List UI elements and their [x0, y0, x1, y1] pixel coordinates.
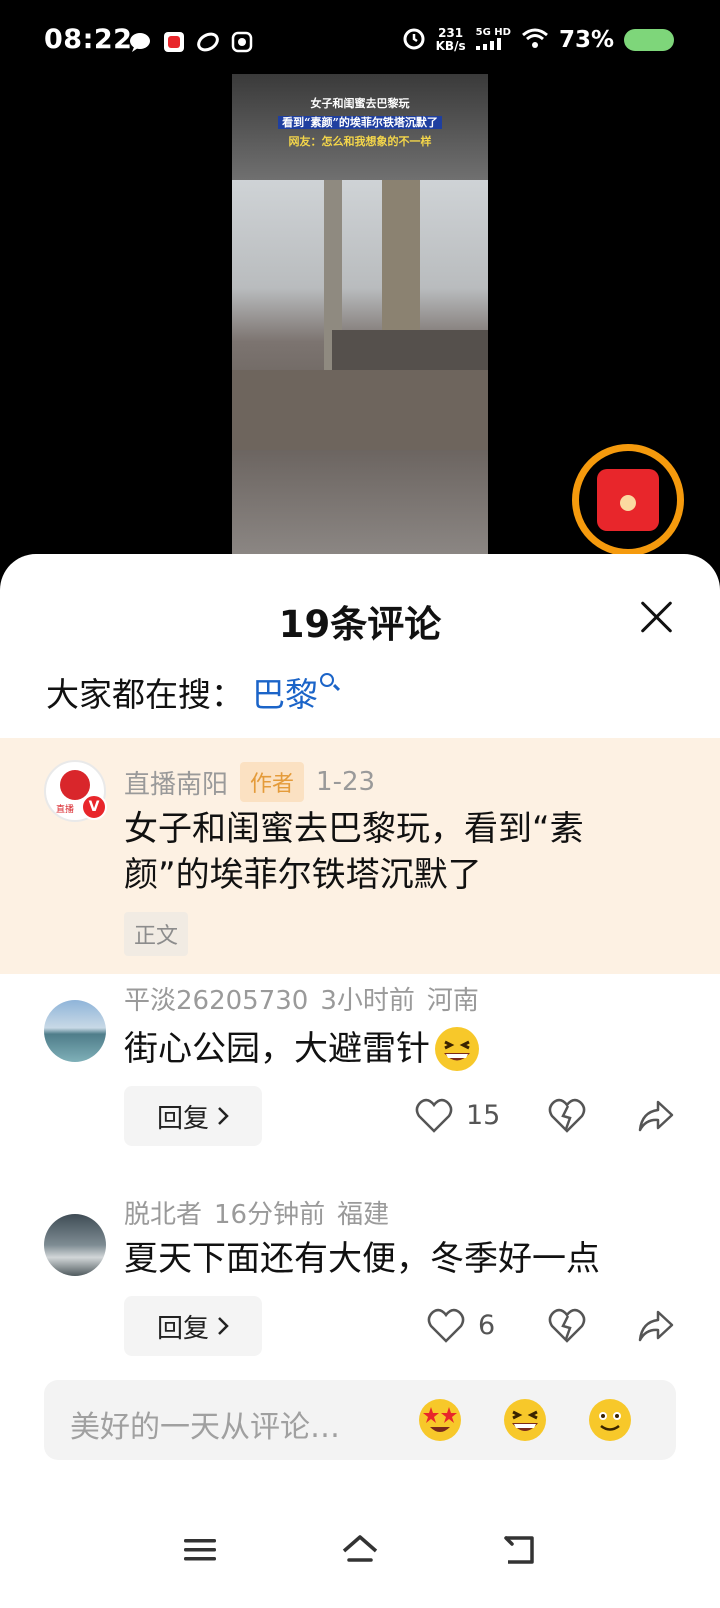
- like-icon[interactable]: [426, 1306, 466, 1346]
- comment-input-placeholder: 美好的一天从评论…: [70, 1410, 340, 1445]
- video-caption-line3: 网友：怎么和我想象的不一样: [288, 135, 432, 148]
- comment-text-line2: 颜”的埃菲尔铁塔沉默了: [124, 855, 482, 895]
- author-badge: 作者: [240, 762, 305, 802]
- red-envelope-button[interactable]: [572, 444, 684, 556]
- comments-sheet: 19条评论 大家都在搜： 巴黎 直播 V 直播南阳 作者 1-23 女子和闺蜜去…: [0, 554, 720, 1608]
- battery-icon: [624, 29, 674, 51]
- dislike-icon[interactable]: [547, 1306, 587, 1346]
- video-blur-area: [232, 450, 488, 554]
- close-icon[interactable]: [636, 596, 676, 636]
- comment-meta: 脱北者 16分钟前 福建: [124, 1194, 389, 1231]
- signal-icon: 5G HD: [475, 26, 511, 53]
- comment-user[interactable]: 脱北者: [124, 1194, 202, 1231]
- red-envelope-icon: [597, 469, 659, 531]
- grin-emoji-icon[interactable]: [502, 1397, 548, 1443]
- pinned-author-comment[interactable]: 直播 V 直播南阳 作者 1-23 女子和闺蜜去巴黎玩，看到“素 颜”的埃菲尔铁…: [0, 738, 720, 974]
- trending-search-term[interactable]: 巴黎: [252, 668, 318, 716]
- search-icon: [320, 673, 334, 687]
- share-icon[interactable]: [636, 1096, 676, 1136]
- comment-text: 街心公园，大避雷针: [124, 1024, 482, 1074]
- comment-body: 街心公园，大避雷针: [124, 1029, 430, 1069]
- video-frame: [232, 180, 488, 450]
- video-caption-area: 女子和闺蜜去巴黎玩 看到“素颜”的埃菲尔铁塔沉默了 网友：怎么和我想象的不一样: [232, 74, 488, 180]
- smile-emoji-icon[interactable]: [587, 1397, 633, 1443]
- comments-title: 19条评论: [278, 603, 442, 646]
- video-player[interactable]: 女子和闺蜜去巴黎玩 看到“素颜”的埃菲尔铁塔沉默了 网友：怎么和我想象的不一样: [232, 74, 488, 554]
- back-icon[interactable]: [500, 1530, 540, 1570]
- comment-time: 16分钟前: [214, 1200, 326, 1230]
- verified-badge: V: [81, 794, 107, 820]
- wifi-icon: [521, 27, 549, 53]
- app-link-icon: [196, 30, 220, 54]
- comment-location: 河南: [426, 986, 479, 1016]
- battery-percent: 73%: [558, 27, 614, 53]
- video-caption-line2: 看到“素颜”的埃菲尔铁塔沉默了: [278, 116, 442, 129]
- reply-label: 回复: [156, 1313, 209, 1344]
- dislike-icon[interactable]: [547, 1096, 587, 1136]
- avatar-label: 直播: [56, 805, 75, 815]
- reply-button[interactable]: 回复: [124, 1296, 262, 1356]
- like-icon[interactable]: [414, 1096, 454, 1136]
- grin-emoji-icon: [435, 1027, 479, 1071]
- alarm-icon: [402, 26, 426, 54]
- avatar[interactable]: [44, 1214, 106, 1276]
- comment-text: 女子和闺蜜去巴黎玩，看到“素 颜”的埃菲尔铁塔沉默了: [124, 806, 584, 898]
- home-icon[interactable]: [340, 1530, 380, 1570]
- chat-bubble-icon: [128, 30, 152, 54]
- body-tag[interactable]: 正文: [124, 912, 189, 956]
- comment-input[interactable]: 美好的一天从评论…: [44, 1380, 676, 1460]
- system-nav-bar: [0, 1514, 720, 1608]
- status-right: 231 KB/s 5G HD 73%: [402, 26, 674, 54]
- comment-meta: 直播南阳 作者 1-23: [124, 762, 375, 802]
- like-count: 15: [466, 1100, 501, 1131]
- comment-location: 福建: [337, 1200, 390, 1230]
- trending-search-prefix: 大家都在搜：: [46, 675, 244, 714]
- comment-time: 3小时前: [320, 986, 415, 1016]
- chevron-right-icon: [218, 1107, 229, 1125]
- comment-text: 夏天下面还有大便，冬季好一点: [124, 1239, 600, 1279]
- status-time: 08:22: [44, 24, 133, 55]
- like-count: 6: [478, 1310, 496, 1341]
- net-speed-unit: KB/s: [435, 39, 466, 53]
- star-eyes-emoji-icon[interactable]: [417, 1397, 463, 1443]
- network-label: 5G HD: [475, 26, 511, 38]
- reply-label: 回复: [156, 1103, 209, 1134]
- comment-meta: 平淡26205730 3小时前 河南: [124, 980, 479, 1017]
- trending-search: 大家都在搜： 巴黎: [46, 668, 334, 716]
- share-icon[interactable]: [636, 1306, 676, 1346]
- comment-date: 1-23: [316, 767, 376, 797]
- app-red-icon: [162, 30, 186, 54]
- comment-text-line1: 女子和闺蜜去巴黎玩，看到“素: [124, 809, 584, 849]
- net-speed: 231 KB/s: [436, 27, 466, 53]
- video-caption-line1: 女子和闺蜜去巴黎玩: [310, 97, 410, 110]
- net-speed-value: 231: [438, 26, 464, 40]
- avatar[interactable]: [44, 1000, 106, 1062]
- notification-icons: [128, 30, 254, 54]
- menu-icon[interactable]: [180, 1530, 220, 1570]
- chevron-right-icon: [218, 1317, 229, 1335]
- app-screen-icon: [230, 30, 254, 54]
- reply-button[interactable]: 回复: [124, 1086, 262, 1146]
- video-caption: 女子和闺蜜去巴黎玩 看到“素颜”的埃菲尔铁塔沉默了 网友：怎么和我想象的不一样: [232, 94, 488, 151]
- comment-user[interactable]: 平淡26205730: [124, 980, 308, 1017]
- comment-user[interactable]: 直播南阳: [124, 764, 228, 801]
